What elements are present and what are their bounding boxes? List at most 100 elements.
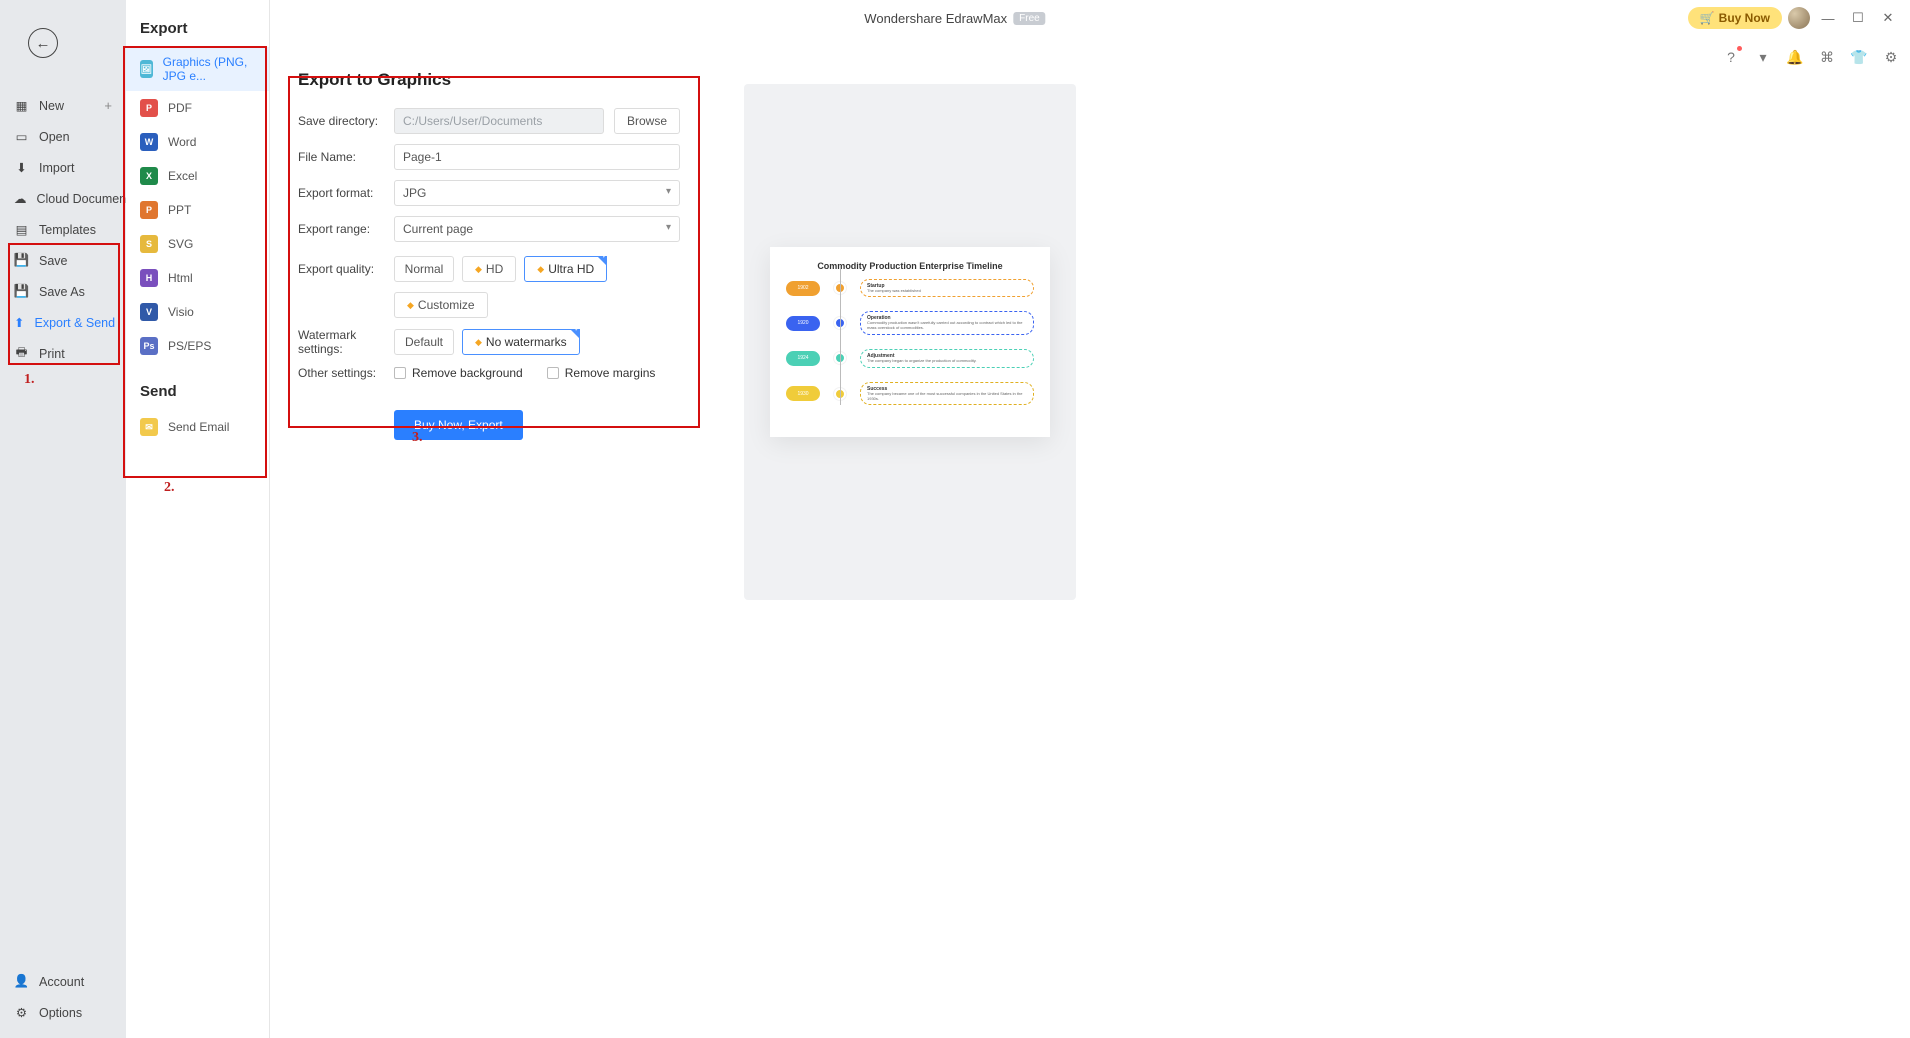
nav-label: Open xyxy=(39,130,70,144)
save-dir-field: C:/Users/User/Documents xyxy=(394,108,604,134)
export-heading: Export xyxy=(126,0,269,47)
export-visio[interactable]: V Visio xyxy=(126,295,269,329)
remove-bg-option[interactable]: Remove background xyxy=(394,366,523,380)
watermark-none[interactable]: ◆ No watermarks xyxy=(462,329,580,355)
export-graphics[interactable]: 🖼Graphics (PNG, JPG e... xyxy=(126,47,269,91)
nav-templates[interactable]: ▤Templates xyxy=(0,214,126,245)
nav-new[interactable]: ▦ New + xyxy=(0,90,126,121)
year-pill: 1902 xyxy=(786,281,820,296)
desc-box: StartupThe company was established xyxy=(860,279,1034,298)
export-item-label: Visio xyxy=(168,305,194,319)
export-pseps[interactable]: Ps PS/EPS xyxy=(126,329,269,363)
nav-import[interactable]: ⬇Import xyxy=(0,152,126,183)
nav-cloud[interactable]: ☁Cloud Documents xyxy=(0,183,126,214)
export-item-label: PS/EPS xyxy=(168,339,211,353)
export-html[interactable]: HHtml xyxy=(126,261,269,295)
timeline-row: 1920OperationCommodity production wasn't… xyxy=(786,311,1034,335)
print-icon: 🖶 xyxy=(14,346,29,361)
nowm-label: No watermarks xyxy=(486,335,567,349)
save-icon: 💾 xyxy=(14,253,29,268)
tshirt-icon[interactable]: 👕 xyxy=(1850,48,1868,66)
gear-icon: ⚙ xyxy=(14,1005,29,1020)
checkbox-icon xyxy=(394,367,406,379)
quality-normal[interactable]: Normal xyxy=(394,256,454,282)
nav-open[interactable]: ▭ Open xyxy=(0,121,126,152)
cart-icon: 🛒 xyxy=(1700,11,1715,25)
close-button[interactable]: ✕ xyxy=(1876,6,1900,30)
quality-customize[interactable]: ◆Customize xyxy=(394,292,488,318)
export-word[interactable]: WWord xyxy=(126,125,269,159)
nav-save-as[interactable]: 💾Save As xyxy=(0,276,126,307)
filename-field[interactable]: Page-1 xyxy=(394,144,680,170)
year-pill: 1924 xyxy=(786,351,820,366)
back-button[interactable]: ← xyxy=(28,28,58,58)
export-panel: Export 🖼Graphics (PNG, JPG e... PPDF WWo… xyxy=(126,0,270,1038)
help-icon[interactable]: ? xyxy=(1722,48,1740,66)
year-pill: 1930 xyxy=(786,386,820,401)
format-select[interactable]: JPG xyxy=(394,180,680,206)
nav-label: Cloud Documents xyxy=(37,192,136,206)
quality-ultra-hd[interactable]: ◆Ultra HD xyxy=(524,256,607,282)
annotation-label-3: 3. xyxy=(412,430,423,446)
visio-icon: V xyxy=(140,303,158,321)
preview-card: Commodity Production Enterprise Timeline… xyxy=(770,247,1050,438)
nav-label: Options xyxy=(39,1006,82,1020)
mail-icon: ✉ xyxy=(140,418,158,436)
remove-bg-label: Remove background xyxy=(412,366,523,380)
avatar[interactable] xyxy=(1788,7,1810,29)
desc-text: The company became one of the most succe… xyxy=(867,392,1027,402)
nav-label: Print xyxy=(39,347,65,361)
bell-icon[interactable]: 🔔 xyxy=(1786,48,1804,66)
save-as-icon: 💾 xyxy=(14,284,29,299)
range-select[interactable]: Current page xyxy=(394,216,680,242)
send-email[interactable]: ✉ Send Email xyxy=(126,410,269,444)
free-badge: Free xyxy=(1013,12,1046,25)
nav-save[interactable]: 💾 Save xyxy=(0,245,126,276)
grid-icon[interactable]: ⌘ xyxy=(1818,48,1836,66)
folder-icon: ▭ xyxy=(14,129,29,144)
desc-text: The company was established xyxy=(867,289,1027,294)
left-nav: ← ▦ New + ▭ Open ⬇Import ☁Cloud Documents ▤… xyxy=(0,0,126,1038)
nav-print[interactable]: 🖶 Print xyxy=(0,338,126,369)
plus-square-icon: ▦ xyxy=(14,98,29,113)
quality-hd[interactable]: ◆HD xyxy=(462,256,516,282)
gear-icon[interactable]: ⚙ xyxy=(1882,48,1900,66)
export-item-label: Send Email xyxy=(168,420,229,434)
diamond-icon: ◆ xyxy=(475,264,482,275)
svg-icon: S xyxy=(140,235,158,253)
person-icon: 👤 xyxy=(14,974,29,989)
export-icon: ⬆ xyxy=(14,315,24,330)
browse-button[interactable]: Browse xyxy=(614,108,680,134)
desc-box: SuccessThe company became one of the mos… xyxy=(860,382,1034,406)
excel-icon: X xyxy=(140,167,158,185)
export-item-label: PPT xyxy=(168,203,191,217)
export-ppt[interactable]: PPPT xyxy=(126,193,269,227)
title-bar: Wondershare EdrawMax Free 🛒 Buy Now — ☐ … xyxy=(0,0,1910,36)
buy-now-button[interactable]: 🛒 Buy Now xyxy=(1688,7,1782,29)
nav-label: Save xyxy=(39,254,68,268)
minimize-button[interactable]: — xyxy=(1816,6,1840,30)
timeline-row: 1924AdjustmentThe company began to organ… xyxy=(786,349,1034,368)
nav-options[interactable]: ⚙ Options xyxy=(0,997,126,1028)
nav-export-send[interactable]: ⬆Export & Send xyxy=(0,307,126,338)
export-item-label: Word xyxy=(168,135,196,149)
plus-icon[interactable]: + xyxy=(104,98,112,113)
quality-label: Export quality: xyxy=(298,262,394,276)
nav-label: Templates xyxy=(39,223,96,237)
nav-account[interactable]: 👤Account xyxy=(0,966,126,997)
notif-dot xyxy=(1737,46,1742,51)
watermark-default[interactable]: Default xyxy=(394,329,454,355)
checkbox-icon xyxy=(547,367,559,379)
diamond-icon: ◆ xyxy=(475,337,482,348)
chevron-down-icon[interactable]: ▾ xyxy=(1754,48,1772,66)
ps-icon: Ps xyxy=(140,337,158,355)
nav-label: New xyxy=(39,99,64,113)
format-label: Export format: xyxy=(298,186,394,200)
export-excel[interactable]: XExcel xyxy=(126,159,269,193)
desc-text: Commodity production wasn't carefully ca… xyxy=(867,321,1027,331)
export-svg[interactable]: SSVG xyxy=(126,227,269,261)
remove-margins-option[interactable]: Remove margins xyxy=(547,366,656,380)
maximize-button[interactable]: ☐ xyxy=(1846,6,1870,30)
buy-now-label: Buy Now xyxy=(1719,11,1770,25)
export-pdf[interactable]: PPDF xyxy=(126,91,269,125)
